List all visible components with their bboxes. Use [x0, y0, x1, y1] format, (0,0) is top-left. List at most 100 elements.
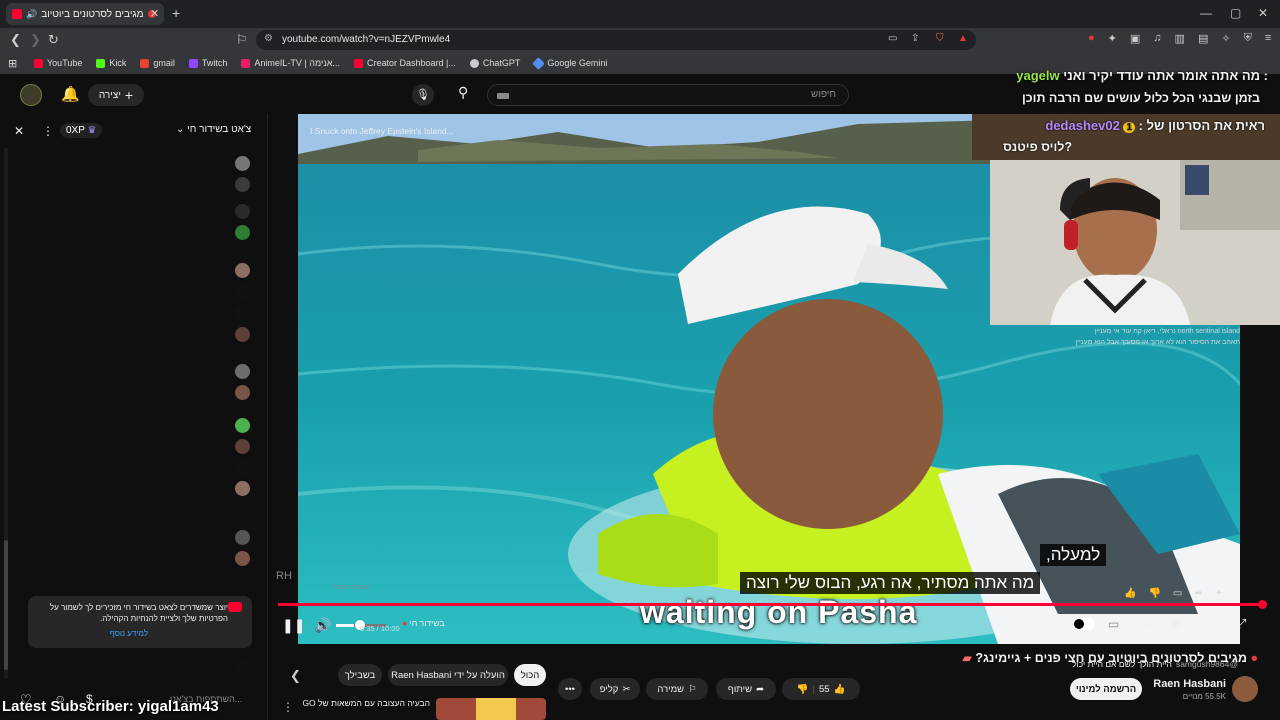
notifications-bell-icon[interactable]: 🔔: [61, 85, 80, 103]
address-bar[interactable]: ⚙ youtube.com/watch?v=nJEZVPmwle4 ▭ ⇪ ⛉ …: [256, 30, 976, 50]
sparkle-icon[interactable]: ✦: [1215, 588, 1223, 599]
chat-avatar[interactable]: [235, 225, 250, 240]
search-input[interactable]: חיפוש: [487, 84, 849, 106]
share-button[interactable]: שיתוף ➦: [716, 678, 776, 700]
dislike-mini-icon[interactable]: 👎: [1148, 588, 1160, 599]
like-mini-icon[interactable]: 👍: [1124, 588, 1136, 599]
chat-avatar[interactable]: [235, 156, 250, 171]
back-icon[interactable]: ❮: [10, 32, 21, 48]
filter-chip-for-you[interactable]: בשבילך: [338, 664, 382, 686]
chat-avatar[interactable]: [235, 659, 250, 674]
share-mini-icon[interactable]: ➦: [1194, 588, 1202, 599]
extension-record-icon[interactable]: ●: [1088, 32, 1095, 45]
forward-icon[interactable]: ❯: [30, 32, 41, 48]
apps-grid-icon[interactable]: ⊞: [8, 57, 17, 70]
learn-more-link[interactable]: למידע נוסף: [36, 628, 148, 639]
avatar[interactable]: [20, 84, 42, 106]
vpn-icon[interactable]: ⛨: [1244, 32, 1252, 45]
chat-avatar[interactable]: [235, 439, 250, 454]
chat-avatar[interactable]: [235, 177, 250, 192]
chat-avatar[interactable]: [235, 418, 250, 433]
menu-icon[interactable]: ≡: [1265, 32, 1271, 45]
settings-gear-icon[interactable]: ⚙: [1140, 615, 1153, 632]
miniplayer-icon[interactable]: ▣: [1170, 616, 1182, 632]
bookmark-animeil[interactable]: AnimeIL-TV | אנימה...: [241, 58, 340, 68]
more-actions-button[interactable]: •••: [558, 678, 582, 700]
close-window-icon[interactable]: ✕: [1258, 6, 1268, 20]
chat-avatar[interactable]: [235, 327, 250, 342]
bookmark-gmail[interactable]: gmail: [140, 58, 175, 68]
volume-icon[interactable]: 🔊: [314, 617, 331, 634]
recommended-title[interactable]: הבעיה העצובה עם המשאות של GO: [298, 698, 430, 708]
progress-bar[interactable]: [278, 603, 1264, 606]
subtitles-icon[interactable]: ▭: [1108, 617, 1119, 631]
chat-avatar[interactable]: [235, 364, 250, 379]
maximize-icon[interactable]: ▢: [1230, 6, 1241, 20]
keyboard-icon[interactable]: [497, 93, 509, 99]
chat-avatar[interactable]: [235, 306, 250, 321]
dislike-icon[interactable]: 👎: [797, 684, 809, 695]
bookmark-icon[interactable]: ⚐: [236, 32, 248, 48]
autoplay-toggle[interactable]: [1073, 618, 1095, 630]
fullscreen-icon[interactable]: ⤢: [1236, 616, 1246, 632]
pause-icon[interactable]: ❚❚: [282, 617, 305, 634]
recommended-more-icon[interactable]: ⋮: [282, 700, 294, 714]
extension-puzzle-icon[interactable]: ✦: [1108, 32, 1117, 45]
music-icon[interactable]: ♫: [1153, 32, 1161, 45]
progress-scrubber[interactable]: [1258, 600, 1267, 609]
chevron-left-icon[interactable]: ❮: [290, 668, 301, 684]
browser-tab-strip: [0, 0, 1280, 28]
chat-avatar[interactable]: [235, 460, 250, 475]
rewards-icon[interactable]: ▲: [958, 33, 968, 44]
create-button[interactable]: יצירה +: [88, 84, 144, 106]
chat-avatar[interactable]: [235, 263, 250, 278]
side-logo: RH: [276, 570, 292, 582]
extension-box-icon[interactable]: ▣: [1130, 32, 1140, 45]
chat-avatar[interactable]: [235, 204, 250, 219]
bookmark-kick[interactable]: Kick: [96, 58, 126, 68]
channel-avatar[interactable]: [1232, 676, 1258, 702]
chat-avatar[interactable]: [235, 551, 250, 566]
speaker-icon[interactable]: 🔊: [26, 9, 37, 20]
chat-avatar[interactable]: [235, 385, 250, 400]
streamer-webcam-image: [990, 160, 1280, 325]
ai-icon[interactable]: ✧: [1221, 32, 1230, 45]
close-tab-icon[interactable]: ✕: [150, 7, 159, 20]
xp-badge[interactable]: 0XP ♛: [60, 123, 103, 138]
cast-icon[interactable]: ▭: [1204, 616, 1216, 632]
cast-icon[interactable]: ▭: [888, 33, 897, 44]
save-button[interactable]: שמירה ⚐: [646, 678, 708, 700]
bookmark-gemini[interactable]: Google Gemini: [532, 56, 607, 70]
subscribe-button[interactable]: הרשמה למינוי: [1070, 678, 1142, 700]
minimize-icon[interactable]: —: [1200, 6, 1212, 20]
chat-avatar[interactable]: [235, 530, 250, 545]
channel-name[interactable]: Raen Hasbani: [1140, 678, 1226, 690]
bookmark-creator-dashboard[interactable]: Creator Dashboard |...: [354, 58, 456, 68]
clip-button[interactable]: קליפ ✂: [590, 678, 640, 700]
comment-mini-icon[interactable]: ▭: [1173, 588, 1182, 599]
like-dislike-button[interactable]: 👎 | 55 👍: [782, 678, 860, 700]
sidebar-icon[interactable]: ▥: [1175, 32, 1185, 45]
browser-tab[interactable]: מגיבים לסרטונים ביוטיוב 🔊 ✕: [6, 3, 164, 25]
filter-chip-uploader[interactable]: הועלה על ידי Raen Hasbani: [388, 664, 508, 686]
chat-scrollbar-thumb[interactable]: [4, 540, 8, 670]
filter-chip-all[interactable]: הכול: [514, 664, 546, 686]
close-chat-icon[interactable]: ✕: [14, 124, 24, 138]
chat-avatar[interactable]: [235, 285, 250, 300]
reload-icon[interactable]: ↻: [48, 32, 59, 48]
wallet-icon[interactable]: ▤: [1198, 32, 1208, 45]
share-icon[interactable]: ⇪: [911, 33, 919, 44]
voice-search-icon[interactable]: 🎙: [412, 84, 434, 106]
live-indicator[interactable]: בשידור חי ●: [402, 618, 444, 628]
search-icon[interactable]: ⚲: [458, 84, 468, 101]
recommended-thumbnail[interactable]: [436, 698, 546, 720]
bookmark-chatgpt[interactable]: ChatGPT: [469, 58, 520, 68]
new-tab-icon[interactable]: +: [172, 5, 180, 21]
bookmark-youtube[interactable]: YouTube: [34, 58, 82, 68]
chat-title-dropdown[interactable]: צ'אט בשידור חי ⌄: [176, 124, 251, 135]
chat-avatar[interactable]: [235, 481, 250, 496]
site-info-icon[interactable]: ⚙: [264, 33, 273, 44]
bookmark-twitch[interactable]: Twitch: [188, 58, 227, 68]
brave-shield-icon[interactable]: ⛉: [936, 33, 944, 44]
chat-more-icon[interactable]: ⋮: [42, 124, 54, 138]
